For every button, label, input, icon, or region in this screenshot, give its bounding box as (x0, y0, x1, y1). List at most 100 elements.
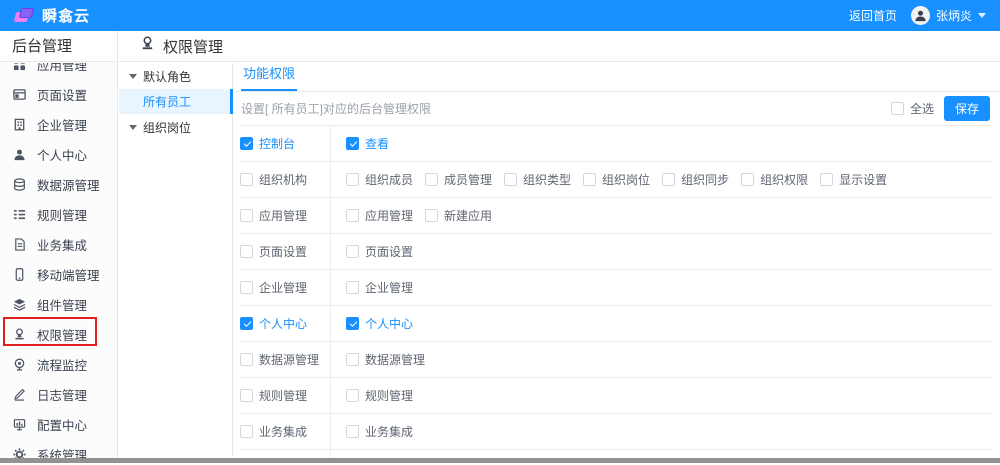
permission-group-cell: 组织机构 (240, 162, 330, 197)
checkbox-label: 组织机构 (259, 173, 308, 187)
select-all-label: 全选 (909, 102, 934, 116)
app-grid-icon (13, 63, 26, 71)
sidebar-item-building[interactable]: 企业管理 (0, 109, 117, 139)
checkbox-unchecked (741, 173, 755, 186)
sidebar-item-person[interactable]: 个人中心 (0, 139, 117, 169)
sidebar-item-mobile[interactable]: 移动端管理 (0, 259, 117, 289)
checkbox-checked (346, 137, 359, 150)
caret-down-icon (978, 13, 986, 18)
permission-checkbox[interactable]: 应用管理 (346, 207, 413, 224)
checkbox-label: 数据源管理 (365, 353, 426, 367)
checkbox-label: 应用管理 (259, 209, 308, 223)
sidebar-item-label: 数据源管理 (37, 178, 100, 193)
permission-row: 规则管理 规则管理 (240, 378, 992, 414)
group-checkbox[interactable]: 业务集成 (240, 423, 307, 440)
permission-checkbox[interactable]: 组织权限 (741, 171, 808, 188)
permission-checkbox[interactable]: 组织同步 (662, 171, 729, 188)
tree-group-0[interactable]: 默认角色 (119, 63, 232, 89)
permission-checkbox[interactable]: 查看 (346, 135, 389, 152)
sidebar-item-label: 配置中心 (37, 418, 88, 433)
checkbox-checked (240, 137, 253, 150)
sidebar-item-app-grid[interactable]: 应用管理 (0, 63, 117, 79)
sidebar-item-rules-list[interactable]: 规则管理 (0, 199, 117, 229)
user-menu[interactable]: 张炳炎 (910, 6, 986, 25)
layers-icon (13, 298, 26, 311)
checkbox-label: 组织成员 (365, 173, 414, 187)
checkbox-label: 业务集成 (365, 425, 414, 439)
return-home-link[interactable]: 返回首页 (849, 7, 897, 24)
checkbox-unchecked (240, 173, 253, 186)
permission-checkbox[interactable]: 显示设置 (820, 171, 887, 188)
tree-expand-caret-icon[interactable] (129, 73, 137, 79)
checkbox-label: 显示设置 (839, 173, 888, 187)
user-name: 张炳炎 (935, 9, 972, 23)
permission-checkbox[interactable]: 页面设置 (346, 243, 413, 260)
sidebar-item-label: 日志管理 (37, 388, 88, 403)
sidebar-item-pen[interactable]: 日志管理 (0, 379, 117, 409)
group-checkbox[interactable]: 数据源管理 (240, 351, 319, 368)
checkbox-label: 组织类型 (523, 173, 572, 187)
sidebar-item-label: 企业管理 (37, 118, 88, 133)
sidebar-item-label: 权限管理 (37, 328, 88, 343)
group-checkbox[interactable]: 应用管理 (240, 207, 307, 224)
checkbox-unchecked (425, 173, 439, 186)
user-avatar-icon (910, 6, 930, 25)
checkbox-label: 控制台 (259, 137, 296, 151)
permission-checkbox[interactable]: 组织岗位 (583, 171, 650, 188)
permission-row: 企业管理 企业管理 (240, 270, 992, 306)
permission-checkbox[interactable]: 新建应用 (425, 207, 492, 224)
checkbox-unchecked (240, 389, 253, 402)
sidebar-item-label: 组件管理 (37, 298, 88, 313)
permission-checkbox[interactable]: 成员管理 (425, 171, 492, 188)
sidebar-item-monitor-camera[interactable]: 流程监控 (0, 349, 117, 379)
tree-group-1[interactable]: 组织岗位 (119, 114, 232, 140)
tree-expand-caret-icon[interactable] (129, 124, 137, 130)
permission-checkbox[interactable]: 组织类型 (504, 171, 571, 188)
group-checkbox[interactable]: 组织机构 (240, 171, 307, 188)
sidebar-item-database[interactable]: 数据源管理 (0, 169, 117, 199)
group-checkbox[interactable]: 页面设置 (240, 243, 307, 260)
permission-checkbox[interactable]: 企业管理 (346, 279, 413, 296)
checkbox-unchecked (346, 173, 359, 186)
tree-group-label: 默认角色 (143, 69, 192, 84)
permission-checkbox[interactable]: 个人中心 (346, 315, 413, 332)
permission-checkbox[interactable]: 数据源管理 (346, 351, 425, 368)
sidebar-item-config-monitor[interactable]: 配置中心 (0, 409, 117, 439)
group-checkbox[interactable]: 控制台 (240, 135, 295, 152)
sidebar-item-label: 业务集成 (37, 238, 88, 253)
checkbox-label: 成员管理 (444, 173, 493, 187)
select-all-checkbox[interactable]: 全选 (890, 100, 934, 117)
sidebar-item-document[interactable]: 业务集成 (0, 229, 117, 259)
checkbox-unchecked (346, 353, 359, 366)
checkbox (890, 102, 904, 115)
group-checkbox[interactable]: 个人中心 (240, 315, 307, 332)
person-icon (13, 148, 26, 161)
permission-checkbox[interactable]: 规则管理 (346, 387, 413, 404)
group-checkbox[interactable]: 规则管理 (240, 387, 307, 404)
permission-group-cell: 个人中心 (240, 306, 330, 341)
permissions-table: 控制台 查看组织机构 组织成员 成员管理 组织类型 组织岗位 组织同步 组织权限 显示设置应用管… (240, 125, 992, 465)
tree-item-0-0[interactable]: 所有员工 (119, 89, 233, 114)
sidebar-item-label: 系统管理 (37, 448, 88, 459)
checkbox-label: 应用管理 (365, 209, 414, 223)
page-header: 权限管理 (119, 31, 1000, 62)
page-title: 权限管理 (163, 38, 224, 56)
sidebar-item-permission-stamp[interactable]: 权限管理 (0, 319, 117, 349)
checkbox-label: 规则管理 (365, 389, 414, 403)
gear-icon (13, 447, 26, 458)
permission-checkbox[interactable]: 业务集成 (346, 423, 413, 440)
panel-subtitle: 设置[ 所有员工]对应的后台管理权限 (241, 102, 432, 116)
sidebar-item-gear[interactable]: 系统管理 (0, 439, 117, 458)
permission-items-cell: 查看 (330, 126, 992, 161)
checkbox-unchecked (662, 173, 676, 186)
sidebar-item-layers[interactable]: 组件管理 (0, 289, 117, 319)
permission-group-cell: 页面设置 (240, 234, 330, 269)
permission-checkbox[interactable]: 组织成员 (346, 171, 413, 188)
tab-bar: 功能权限 (234, 63, 1000, 92)
save-button[interactable]: 保存 (943, 96, 990, 121)
checkbox-label: 个人中心 (259, 317, 308, 331)
tab-function-permissions[interactable]: 功能权限 (241, 63, 298, 91)
group-checkbox[interactable]: 企业管理 (240, 279, 307, 296)
topbar: 瞬翕云 返回首页 张炳炎 (0, 0, 1000, 31)
sidebar-item-page-settings[interactable]: 页面设置 (0, 79, 117, 109)
